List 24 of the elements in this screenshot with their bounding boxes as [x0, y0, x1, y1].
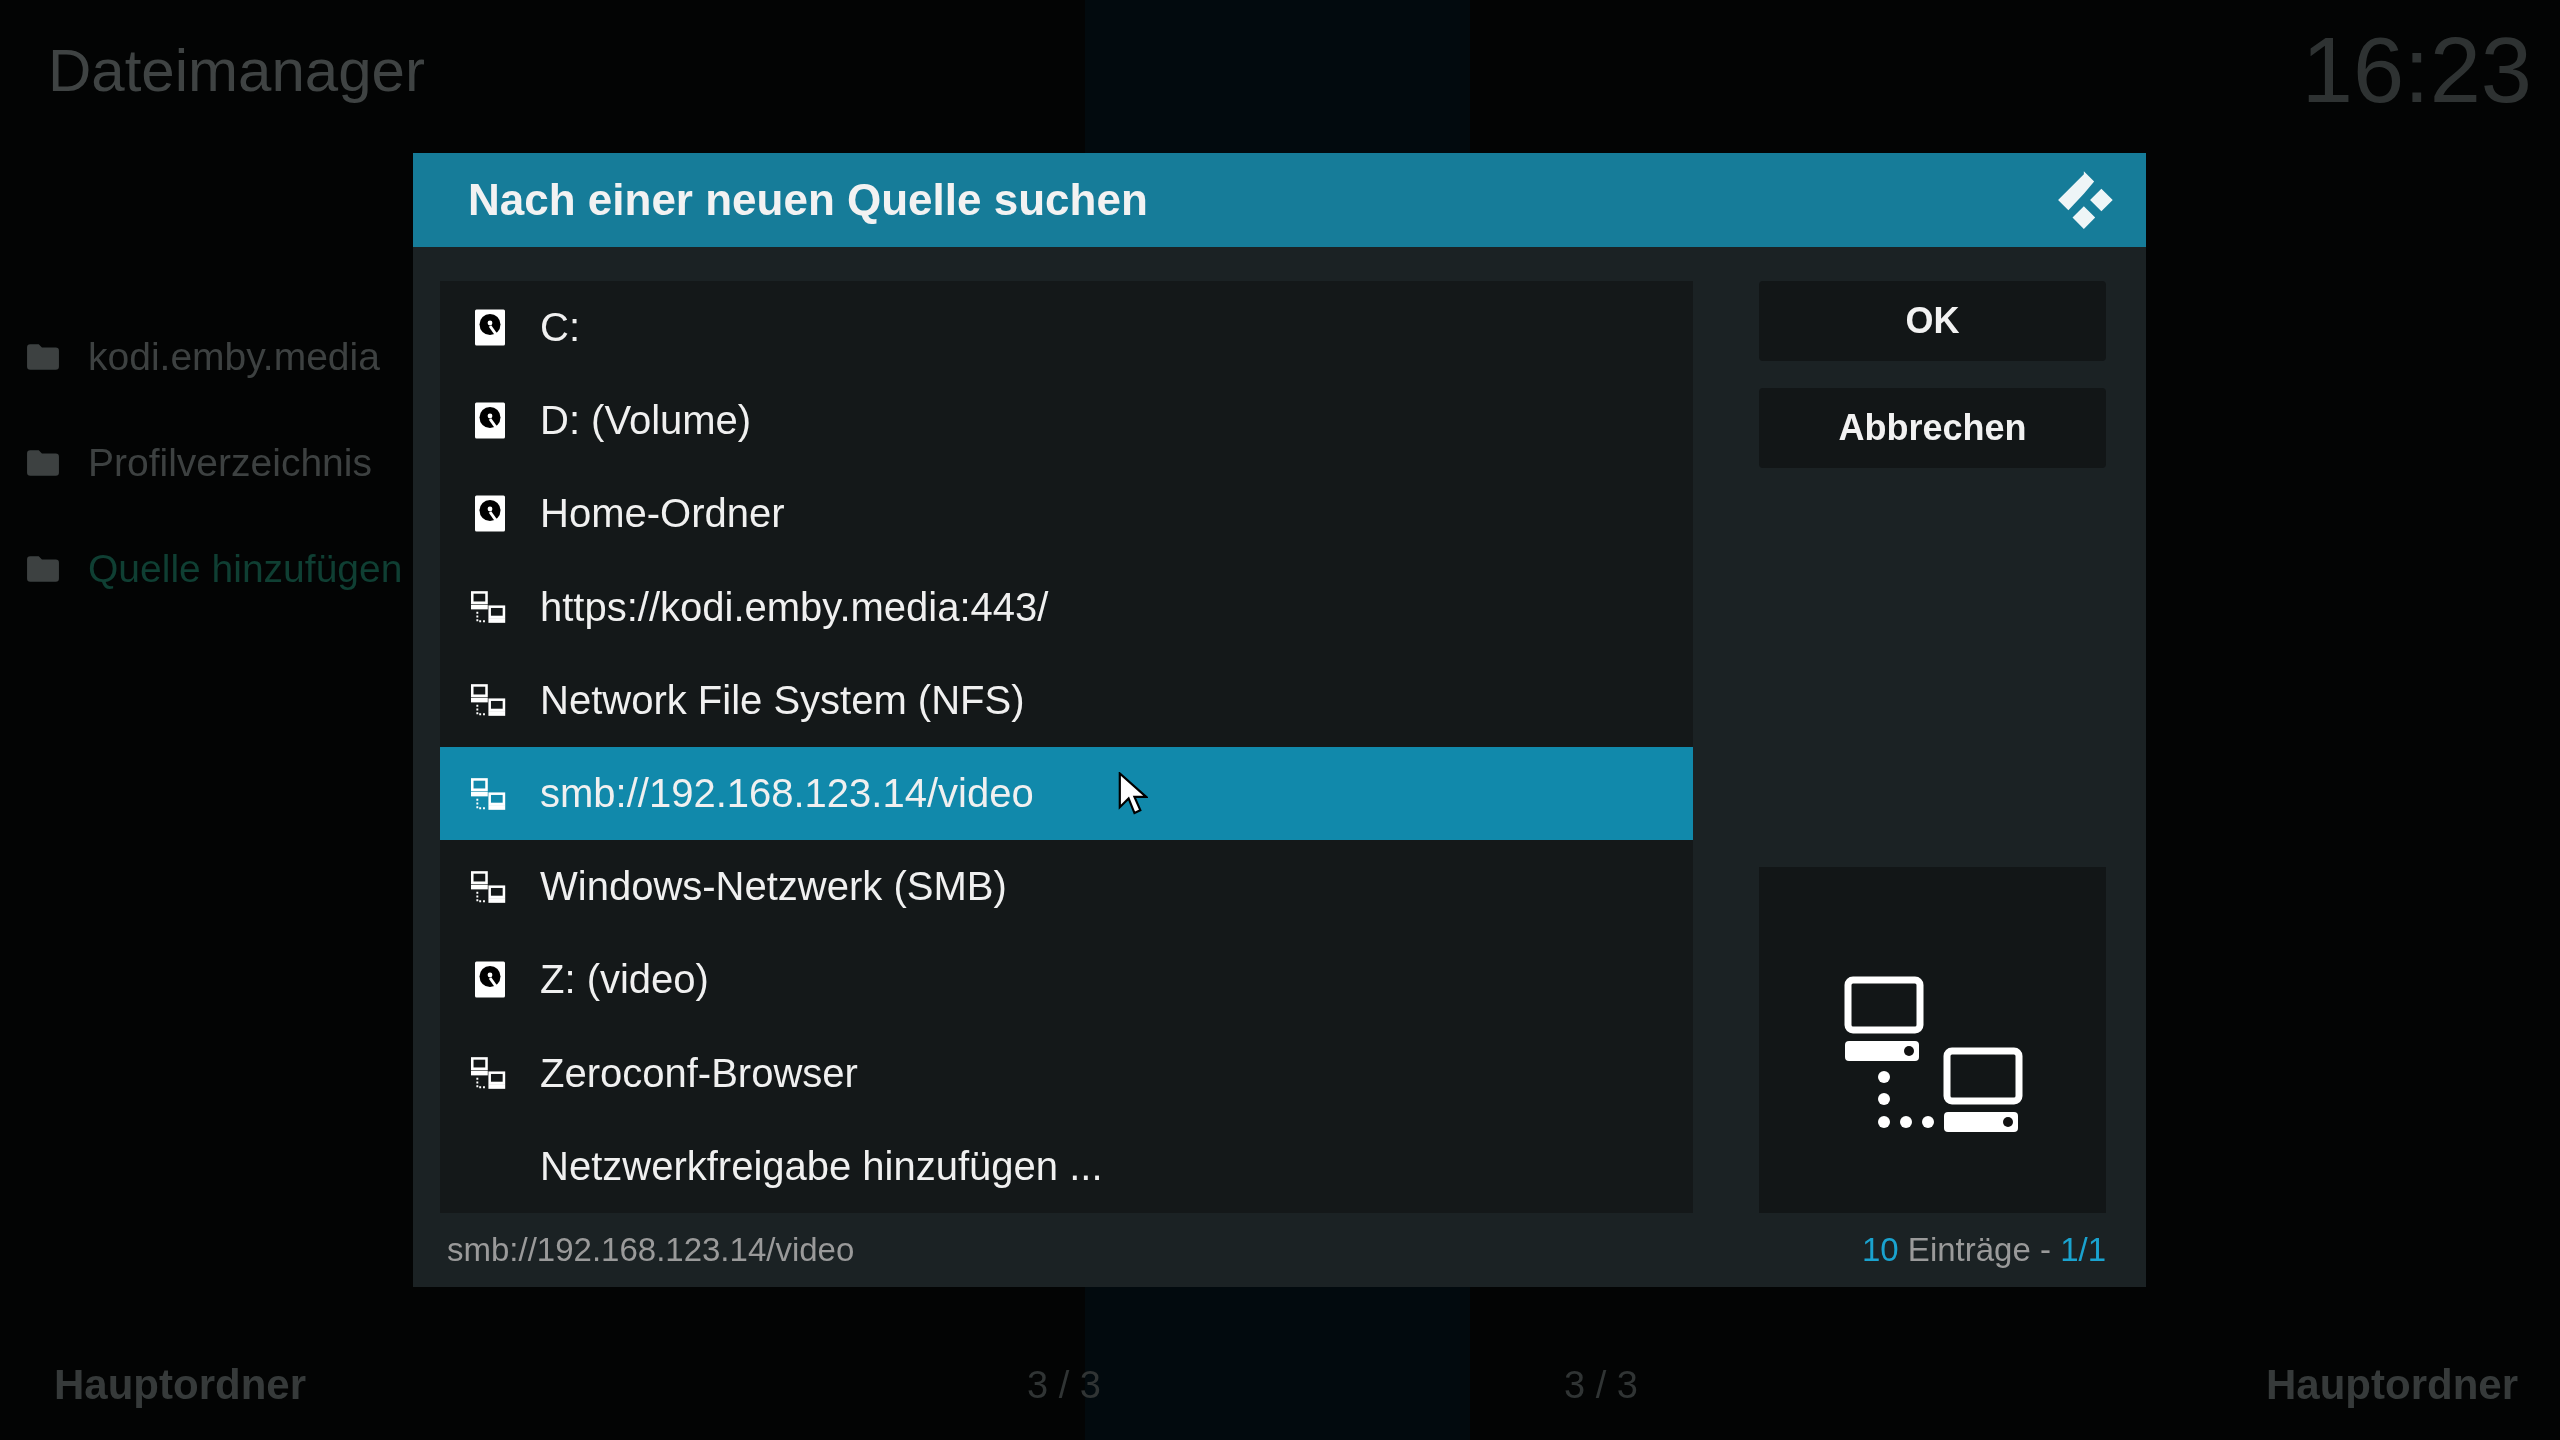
folder-icon — [26, 449, 60, 477]
source-item[interactable]: Z: (video) — [440, 933, 1693, 1027]
item-count: 10 Einträge - 1/1 — [1862, 1231, 2106, 1269]
hard-drive-icon — [475, 402, 505, 440]
mouse-pointer-icon — [1118, 772, 1148, 816]
source-item[interactable]: Netzwerkfreigabe hinzufügen ... — [440, 1119, 1693, 1213]
hard-drive-icon — [475, 309, 505, 347]
folder-icon — [26, 555, 60, 583]
source-item[interactable]: C: — [440, 281, 1693, 375]
hard-drive-icon — [475, 961, 505, 999]
selected-path: smb://192.168.123.14/video — [447, 1231, 855, 1269]
folder-icon — [26, 343, 60, 371]
dialog-button[interactable]: Abbrechen — [1759, 388, 2106, 468]
hard-drive-icon — [475, 495, 505, 533]
source-item[interactable]: Network File System (NFS) — [440, 653, 1693, 747]
source-item[interactable]: Windows-Netzwerk (SMB) — [440, 840, 1693, 934]
dialog-title: Nach einer neuen Quelle suchen — [468, 175, 1148, 225]
dialog-button[interactable]: OK — [1759, 281, 2106, 361]
source-item[interactable]: Zeroconf-Browser — [440, 1026, 1693, 1120]
source-item[interactable]: Home-Ordner — [440, 467, 1693, 561]
source-item[interactable]: D: (Volume) — [440, 374, 1693, 468]
window-title: Dateimanager — [48, 35, 425, 105]
source-item[interactable]: https://kodi.emby.media:443/ — [440, 560, 1693, 654]
source-item[interactable]: smb://192.168.123.14/video — [440, 746, 1693, 841]
